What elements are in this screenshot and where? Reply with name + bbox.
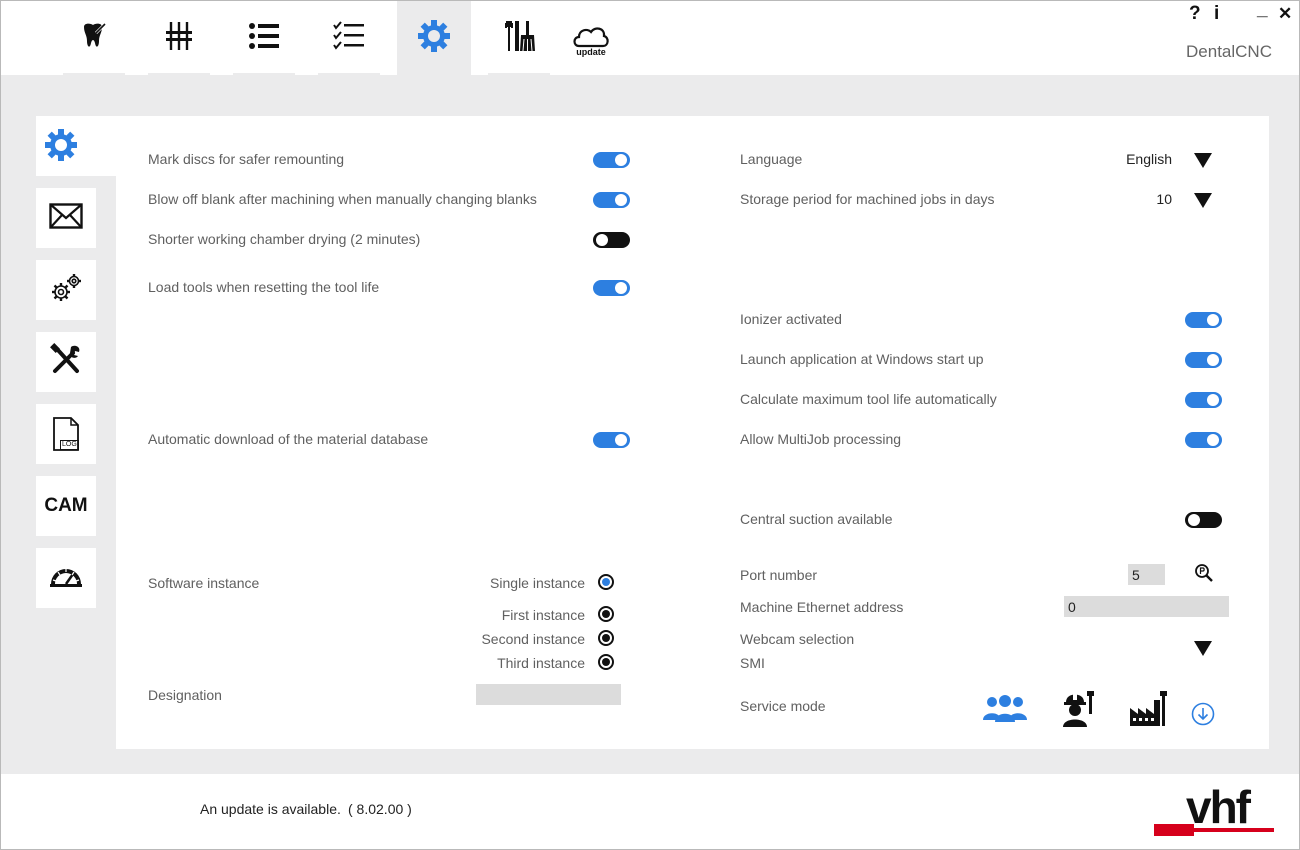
ionizer-toggle[interactable]: [1185, 312, 1222, 328]
tooth-tab[interactable]: [57, 1, 131, 75]
update-tab-label: update: [576, 47, 606, 57]
side-tab-tools[interactable]: [36, 332, 96, 392]
wrench-screwdriver-icon: [49, 342, 83, 382]
load-tools-toggle[interactable]: [593, 280, 630, 296]
maintenance-tab[interactable]: [482, 1, 556, 75]
update-version: ( 8.02.00 ): [348, 801, 412, 817]
auto-download-label: Automatic download of the material datab…: [148, 431, 429, 447]
checklist-icon: [333, 20, 365, 56]
side-tab-email[interactable]: [36, 188, 96, 248]
launch-startup-label: Launch application at Windows start up: [740, 351, 984, 367]
cam-icon: CAM: [44, 495, 88, 516]
webcam-label: Webcam selection: [740, 631, 855, 647]
second-instance-radio[interactable]: [598, 630, 614, 646]
cloud-update-icon: update: [571, 20, 611, 57]
update-tab[interactable]: update: [554, 1, 628, 75]
third-instance-radio[interactable]: [598, 654, 614, 670]
top-toolbar: update ? i _ ✕ DentalCNC: [1, 0, 1299, 75]
second-instance-label: Second instance: [481, 631, 585, 647]
software-instance-label: Software instance: [148, 575, 260, 591]
side-tab-log[interactable]: LOG: [36, 404, 96, 464]
webcam-dropdown-arrow[interactable]: [1194, 641, 1212, 656]
technician-icon[interactable]: [1060, 690, 1096, 733]
single-instance-label: Single instance: [490, 575, 585, 591]
language-dropdown-arrow[interactable]: [1194, 153, 1212, 168]
side-tab-cam[interactable]: CAM: [36, 476, 96, 536]
storage-period-value[interactable]: 10: [1156, 191, 1172, 207]
blow-off-label: Blow off blank after machining when manu…: [148, 191, 537, 207]
users-icon[interactable]: [982, 694, 1028, 731]
storage-period-label: Storage period for machined jobs in days: [740, 191, 995, 207]
tooth-icon: [79, 21, 109, 56]
central-suction-label: Central suction available: [740, 511, 893, 527]
info-button[interactable]: i: [1214, 3, 1219, 25]
controls-tab[interactable]: [142, 1, 216, 75]
job-list-tab[interactable]: [227, 1, 301, 75]
calc-tool-life-label: Calculate maximum tool life automaticall…: [740, 391, 997, 407]
port-number-input[interactable]: [1128, 564, 1165, 585]
ethernet-input[interactable]: [1064, 596, 1229, 617]
blow-off-toggle[interactable]: [593, 192, 630, 208]
mark-discs-toggle[interactable]: [593, 152, 630, 168]
download-arrow-icon[interactable]: [1191, 702, 1215, 731]
single-instance-radio[interactable]: [598, 574, 614, 590]
sliders-icon: [163, 20, 195, 57]
side-tab-machine[interactable]: [36, 260, 96, 320]
multijob-label: Allow MultiJob processing: [740, 431, 902, 447]
launch-startup-toggle[interactable]: [1185, 352, 1222, 368]
shorter-drying-toggle[interactable]: [593, 232, 630, 248]
ionizer-label: Ionizer activated: [740, 311, 842, 327]
gears-icon: [49, 271, 83, 310]
designation-input[interactable]: [476, 684, 621, 705]
update-message: An update is available.: [200, 801, 341, 817]
gauge-icon: [49, 564, 83, 593]
minimize-button[interactable]: _: [1257, 0, 1268, 21]
app-title: DentalCNC: [1186, 42, 1272, 61]
tools-brush-icon: [502, 19, 536, 58]
multijob-toggle[interactable]: [1185, 432, 1222, 448]
side-tab-calibration[interactable]: [36, 548, 96, 608]
first-instance-radio[interactable]: [598, 606, 614, 622]
log-label: LOG: [60, 440, 79, 450]
checklist-tab[interactable]: [312, 1, 386, 75]
calc-tool-life-toggle[interactable]: [1185, 392, 1222, 408]
first-instance-label: First instance: [501, 607, 585, 623]
vhf-logo-text: vhf: [1186, 781, 1251, 833]
load-tools-label: Load tools when resetting the tool life: [148, 279, 380, 295]
help-button[interactable]: ?: [1189, 3, 1201, 25]
vhf-logo: vhf: [1154, 781, 1274, 838]
storage-period-dropdown-arrow[interactable]: [1194, 193, 1212, 208]
list-icon: [248, 22, 280, 55]
close-button[interactable]: ✕: [1278, 4, 1292, 24]
port-search-icon[interactable]: [1194, 563, 1214, 588]
third-instance-label: Third instance: [497, 655, 585, 671]
smi-label: SMI: [740, 655, 765, 671]
gear-icon: [417, 19, 451, 58]
service-mode-label: Service mode: [740, 698, 826, 714]
log-file-icon: LOG: [52, 417, 80, 451]
central-suction-toggle[interactable]: [1185, 512, 1222, 528]
mark-discs-label: Mark discs for safer remounting: [148, 151, 345, 167]
designation-label: Designation: [148, 687, 222, 703]
footer-bar: [1, 774, 1299, 849]
side-tab-general-settings[interactable]: [36, 116, 116, 176]
language-value[interactable]: English: [1126, 151, 1172, 167]
envelope-icon: [49, 202, 83, 234]
ethernet-label: Machine Ethernet address: [740, 599, 904, 615]
settings-tab[interactable]: [397, 1, 471, 75]
language-label: Language: [740, 151, 803, 167]
gear-icon: [44, 128, 78, 167]
shorter-drying-label: Shorter working chamber drying (2 minute…: [148, 231, 421, 247]
auto-download-toggle[interactable]: [593, 432, 630, 448]
factory-icon[interactable]: [1128, 690, 1168, 733]
port-number-label: Port number: [740, 567, 818, 583]
